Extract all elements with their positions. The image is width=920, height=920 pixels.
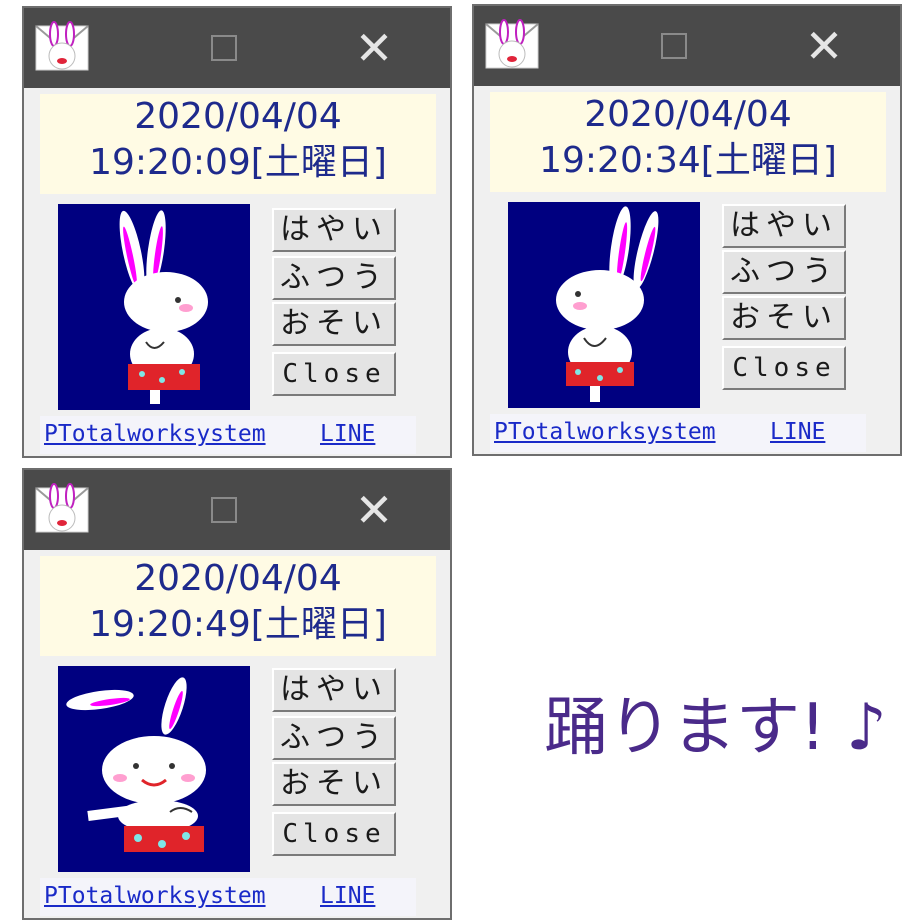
title-bar[interactable]: ✕: [24, 8, 450, 88]
fast-button[interactable]: はやい: [722, 204, 846, 248]
line-link[interactable]: LINE: [320, 880, 375, 912]
datetime-display: 2020/04/04 19:20:34[土曜日]: [490, 92, 886, 192]
date-text: 2020/04/04: [134, 558, 342, 599]
close-icon[interactable]: ✕: [798, 22, 850, 70]
maximize-button[interactable]: [202, 28, 246, 68]
maximize-button[interactable]: [202, 490, 246, 530]
close-button[interactable]: Close: [272, 812, 396, 856]
rabbit-mail-app-icon: [35, 483, 89, 533]
rabbit-animation: [58, 666, 250, 872]
ptotalworksystem-link[interactable]: PTotalworksystem: [44, 418, 266, 450]
link-bar: PTotalworksystem LINE: [490, 414, 866, 452]
time-text: 19:20:09[土曜日]: [89, 142, 387, 183]
date-text: 2020/04/04: [584, 94, 792, 135]
link-bar: PTotalworksystem LINE: [40, 416, 416, 454]
fast-button[interactable]: はやい: [272, 208, 396, 252]
ptotalworksystem-link[interactable]: PTotalworksystem: [44, 880, 266, 912]
slow-button[interactable]: おそい: [272, 762, 396, 806]
normal-button[interactable]: ふつう: [722, 250, 846, 294]
normal-button[interactable]: ふつう: [272, 716, 396, 760]
maximize-button[interactable]: [652, 26, 696, 66]
rabbit-animation: [508, 202, 700, 408]
rabbit-mail-app-icon: [35, 21, 89, 71]
clock-window-2: ✕ 2020/04/04 19:20:34[土曜日] はやい ふつう おそい C…: [472, 4, 902, 456]
rabbit-standing-image: [119, 210, 208, 404]
line-link[interactable]: LINE: [320, 418, 375, 450]
datetime-display: 2020/04/04 19:20:49[土曜日]: [40, 556, 436, 656]
clock-window-1: ✕ 2020/04/04 19:20:09[土曜日] はやい ふつう おそい C…: [22, 6, 452, 458]
title-bar[interactable]: ✕: [474, 6, 900, 86]
close-icon[interactable]: ✕: [348, 486, 400, 534]
link-bar: PTotalworksystem LINE: [40, 878, 416, 916]
rabbit-animation: [58, 204, 250, 410]
time-text: 19:20:49[土曜日]: [89, 604, 387, 645]
dancing-caption: 踊ります! ♪: [544, 691, 887, 765]
line-link[interactable]: LINE: [770, 416, 825, 448]
square-icon: [661, 33, 687, 59]
rabbit-dancing-image: [66, 677, 206, 852]
square-icon: [211, 35, 237, 61]
datetime-display: 2020/04/04 19:20:09[土曜日]: [40, 94, 436, 194]
close-button[interactable]: Close: [722, 346, 846, 390]
slow-button[interactable]: おそい: [722, 296, 846, 340]
slow-button[interactable]: おそい: [272, 302, 396, 346]
normal-button[interactable]: ふつう: [272, 256, 396, 300]
rabbit-mail-app-icon: [485, 19, 539, 69]
close-icon[interactable]: ✕: [348, 24, 400, 72]
ptotalworksystem-link[interactable]: PTotalworksystem: [494, 416, 716, 448]
title-bar[interactable]: ✕: [24, 470, 450, 550]
fast-button[interactable]: はやい: [272, 668, 396, 712]
date-text: 2020/04/04: [134, 96, 342, 137]
square-icon: [211, 497, 237, 523]
close-button[interactable]: Close: [272, 352, 396, 396]
rabbit-turning-image: [556, 206, 659, 402]
time-text: 19:20:34[土曜日]: [539, 140, 837, 181]
clock-window-3: ✕ 2020/04/04 19:20:49[土曜日] はやい ふつう おそい C…: [22, 468, 452, 920]
